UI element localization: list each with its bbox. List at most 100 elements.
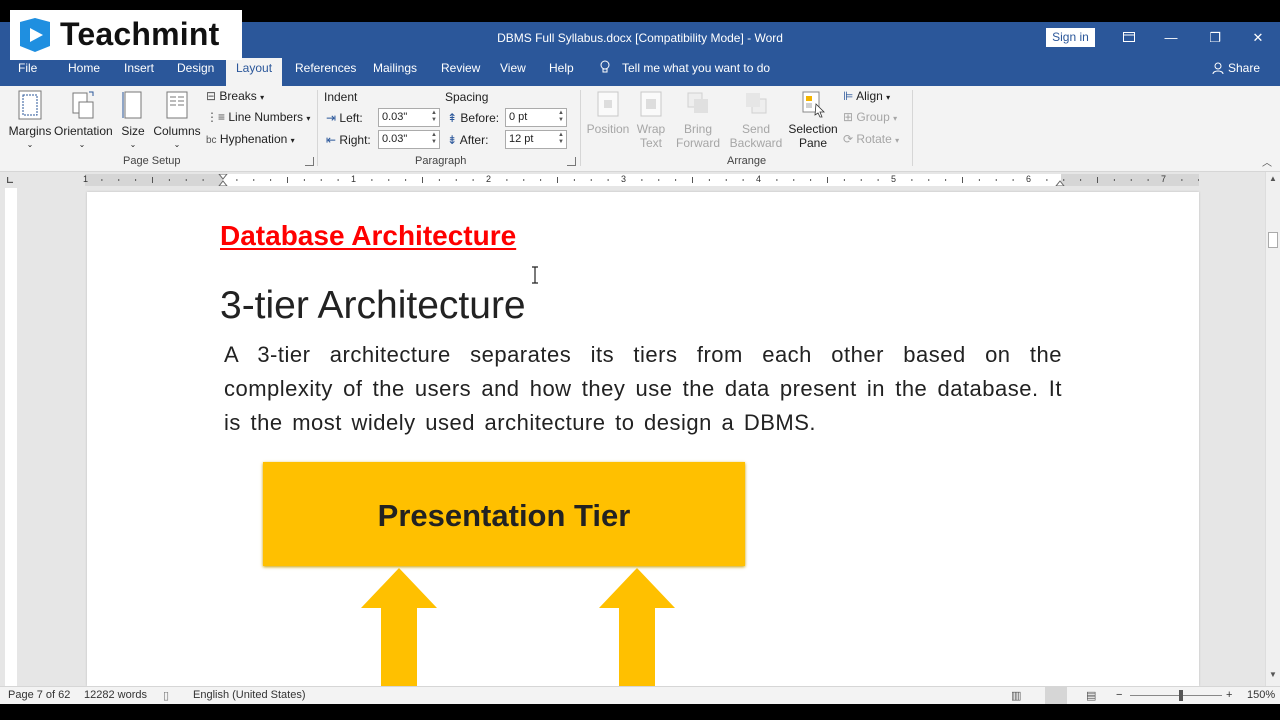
status-bar: Page 7 of 62 12282 words ▯ English (Unit… <box>0 686 1280 704</box>
line-numbers-label: Line Numbers <box>228 110 304 124</box>
zoom-in-icon[interactable]: + <box>1226 689 1232 701</box>
ruler-ticks <box>101 177 1199 183</box>
ruler-number: 1 <box>83 174 89 184</box>
rotate-button[interactable]: ⟳ Rotate ▾ <box>843 132 899 146</box>
breaks-button[interactable]: ⊟ Breaks ▾ <box>206 89 264 103</box>
indent-left-icon: ⇥ <box>326 111 337 125</box>
wrap-text-icon <box>640 91 662 117</box>
proofing-icon[interactable]: ▯ <box>163 689 169 702</box>
zoom-level[interactable]: 150% <box>1247 689 1275 701</box>
size-icon <box>122 91 142 119</box>
hyphenation-icon: bc <box>206 135 217 146</box>
spacing-before-input[interactable]: 0 pt ▲ ▼ <box>505 108 567 127</box>
line-numbers-button[interactable]: ⋮≡ Line Numbers ▾ <box>206 110 310 124</box>
hyphenation-button[interactable]: bc Hyphenation ▾ <box>206 132 295 146</box>
page-setup-group-label: Page Setup <box>123 155 181 167</box>
document-paragraph: A 3-tier architecture separates its tier… <box>224 342 1062 435</box>
tab-file[interactable]: File <box>18 58 37 86</box>
vertical-scrollbar[interactable]: ▲ ▼ <box>1265 172 1280 686</box>
indent-right-label: ⇤ Right: <box>326 133 371 147</box>
presentation-tier-label: Presentation Tier <box>377 498 631 533</box>
scroll-down-icon[interactable]: ▼ <box>1269 670 1277 679</box>
send-backward-icon <box>746 93 767 114</box>
sign-in-button[interactable]: Sign in <box>1046 28 1095 47</box>
indent-right-icon: ⇤ <box>326 133 337 147</box>
rotate-icon: ⟳ <box>843 132 854 146</box>
indent-right-input[interactable]: 0.03" ▲ ▼ <box>378 130 440 149</box>
selection-pane-button[interactable]: Selection Pane <box>788 90 838 150</box>
zoom-out-icon[interactable]: − <box>1116 689 1122 701</box>
tab-selector-icon[interactable] <box>7 177 13 183</box>
tab-mailings[interactable]: Mailings <box>373 58 417 86</box>
breaks-icon: ⊟ <box>206 89 217 103</box>
right-indent-marker-icon[interactable] <box>1055 174 1065 186</box>
indent-left-input[interactable]: 0.03" ▲ ▼ <box>378 108 440 127</box>
ruler-number: 6 <box>1026 174 1032 184</box>
spacing-after-label: ⇟ After: <box>447 133 489 147</box>
document-heading: Database Architecture <box>220 220 517 251</box>
size-label: Size <box>121 124 145 138</box>
columns-button[interactable]: Columns ⌄ <box>152 90 202 152</box>
tab-insert[interactable]: Insert <box>124 58 154 86</box>
margins-button[interactable]: Margins ⌄ <box>8 90 52 152</box>
tab-references[interactable]: References <box>295 58 356 86</box>
ruler-number: 7 <box>1161 174 1167 184</box>
scroll-thumb[interactable] <box>1268 232 1278 248</box>
presentation-tier-box[interactable]: Presentation Tier <box>263 462 745 566</box>
double-arrow-icon <box>361 568 437 686</box>
ruler-scale: 1 1 2 3 4 5 6 7 <box>83 174 1199 186</box>
size-button[interactable]: Size ⌄ <box>118 90 148 152</box>
double-arrow-icon <box>599 568 675 686</box>
bring-forward-button[interactable]: Bring Forward <box>672 90 724 150</box>
margins-label: Margins <box>8 124 52 138</box>
tab-review[interactable]: Review <box>441 58 480 86</box>
tab-view[interactable]: View <box>500 58 526 86</box>
ribbon-display-options-icon[interactable] <box>1116 26 1142 50</box>
spacing-label: Spacing <box>445 90 489 104</box>
text-cursor-icon <box>532 266 538 284</box>
share-label: Share <box>1228 61 1261 75</box>
ribbon-tabs: File Home Insert Design Layout Reference… <box>0 58 1280 86</box>
tab-home[interactable]: Home <box>68 58 100 86</box>
indent-marker-icon[interactable] <box>218 174 228 186</box>
orientation-button[interactable]: Orientation ⌄ <box>54 90 113 152</box>
paragraph-launcher-icon[interactable] <box>567 157 576 166</box>
scroll-up-icon[interactable]: ▲ <box>1269 174 1277 183</box>
logo-text: Teachmint <box>60 16 220 52</box>
document-page[interactable]: Database Architecture 3-tier Architectur… <box>87 192 1199 686</box>
web-layout-icon[interactable]: ▤ <box>1086 689 1096 702</box>
spacing-before-label: ⇞ Before: <box>447 111 500 125</box>
position-button[interactable]: Position <box>586 90 630 136</box>
tell-me-search[interactable]: Tell me what you want to do <box>600 58 770 78</box>
minimize-button[interactable]: — <box>1158 26 1184 50</box>
wrap-text-button[interactable]: Wrap Text <box>632 90 670 150</box>
tab-layout[interactable]: Layout <box>226 58 283 86</box>
zoom-slider[interactable] <box>1130 695 1222 696</box>
paragraph-group-label: Paragraph <box>415 155 467 167</box>
teachmint-logo: Teachmint <box>10 10 242 60</box>
horizontal-ruler: 1 1 2 3 4 5 6 7 <box>0 172 1280 188</box>
group-button[interactable]: ⊞ Group ▾ <box>843 110 897 124</box>
read-mode-icon[interactable]: ▥ <box>1011 689 1021 702</box>
tab-design[interactable]: Design <box>177 58 214 86</box>
align-button[interactable]: ⊫ Align ▾ <box>843 89 890 103</box>
print-layout-icon[interactable] <box>1045 687 1067 704</box>
share-button[interactable]: Share <box>1212 58 1260 78</box>
zoom-slider-thumb[interactable] <box>1179 690 1183 701</box>
orientation-icon <box>72 91 94 119</box>
group-separator <box>912 90 913 166</box>
page-setup-launcher-icon[interactable] <box>305 157 314 166</box>
teachmint-logo-icon <box>20 18 50 52</box>
word-count[interactable]: 12282 words <box>84 689 147 701</box>
tab-help[interactable]: Help <box>549 58 574 86</box>
page-count[interactable]: Page 7 of 62 <box>8 689 70 701</box>
language[interactable]: English (United States) <box>193 689 306 701</box>
close-button[interactable]: ✕ <box>1245 26 1271 50</box>
restore-button[interactable]: ❐ <box>1202 26 1228 50</box>
collapse-ribbon-icon[interactable]: ︿ <box>1262 154 1272 169</box>
margins-icon <box>18 90 42 120</box>
send-backward-button[interactable]: Send Backward <box>728 90 784 150</box>
ruler-number: 1 <box>351 174 357 184</box>
spacing-after-input[interactable]: 12 pt ▲ ▼ <box>505 130 567 149</box>
arrange-group-label: Arrange <box>727 155 767 167</box>
